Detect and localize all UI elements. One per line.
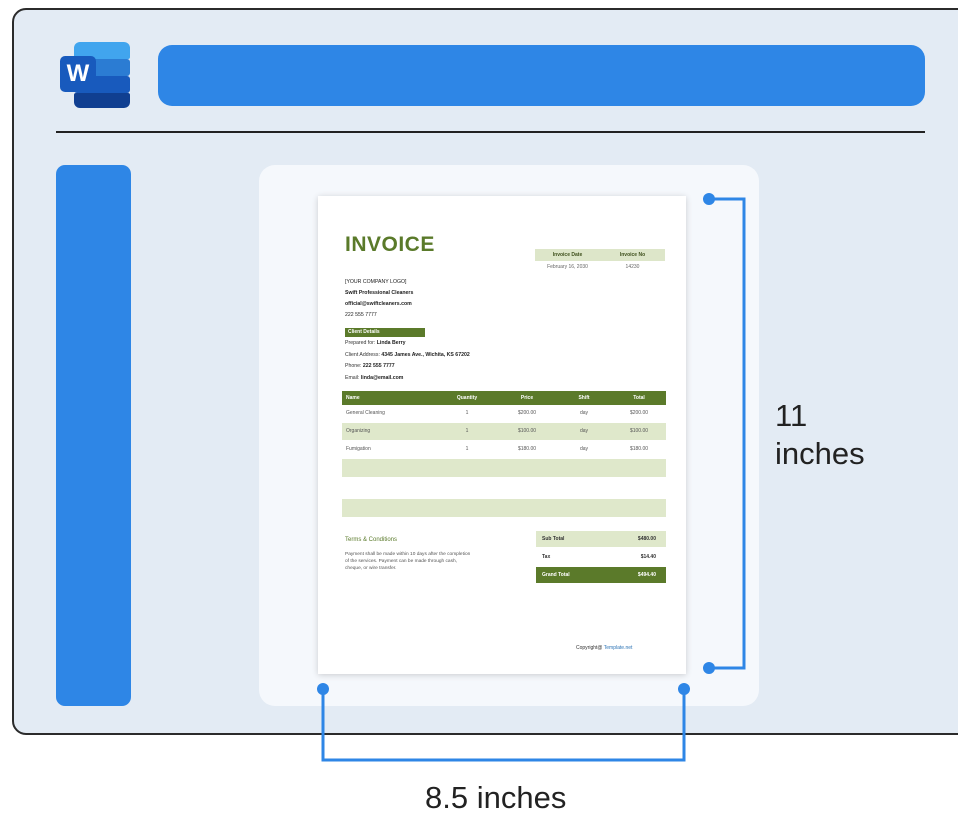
client-line-value: 222 555 7777 xyxy=(362,363,395,369)
bracket-line xyxy=(709,197,746,670)
table-header-row: Name Quantity Price Shift Total xyxy=(342,391,666,405)
table-cell: day xyxy=(579,446,589,452)
title-bar[interactable] xyxy=(158,45,925,106)
logo-letter: W xyxy=(60,56,96,92)
table-row: Organizing 1 $100.00 day $100.00 xyxy=(342,423,666,441)
table-cell: $180.00 xyxy=(517,446,537,452)
height-dimension-bracket xyxy=(703,193,746,674)
grand-total-row: Grand Total $494.40 xyxy=(536,567,666,583)
totals-label: Tax xyxy=(542,554,551,560)
table-cell: $180.00 xyxy=(629,446,649,452)
invoice-meta-table: Invoice Date Invoice No February 16, 203… xyxy=(535,249,665,273)
totals-label: Sub Total xyxy=(542,536,565,542)
empty-table-row xyxy=(342,499,666,518)
totals-value: $494.40 xyxy=(637,572,656,578)
table-cell: Fumigation xyxy=(346,446,371,452)
column-header: Name xyxy=(346,395,360,401)
client-line-value: linda@email.com xyxy=(360,374,404,381)
invoice-page[interactable]: INVOICE Invoice Date Invoice No February… xyxy=(318,196,686,674)
table-cell: General Cleaning xyxy=(346,410,385,416)
client-line-value: 4345 James Ave., Wichita, KS 67202 xyxy=(381,351,470,358)
client-line: Email: linda@email.com xyxy=(345,373,470,385)
client-line: Client Address: 4345 James Ave., Wichita… xyxy=(345,350,470,362)
bracket-line xyxy=(321,689,686,762)
table-cell: $100.00 xyxy=(629,428,649,434)
client-line-value: Linda Berry xyxy=(376,340,406,346)
copyright-footer: Copyright@ Template.net xyxy=(576,645,632,651)
client-line-label: Client Address: xyxy=(345,351,382,358)
column-header: Total xyxy=(633,395,645,401)
meta-header-row: Invoice Date Invoice No xyxy=(535,249,665,261)
line-items-table: Name Quantity Price Shift Total General … xyxy=(342,391,666,519)
invoice-number: 14230 xyxy=(625,264,640,270)
company-name: Swift Professional Cleaners xyxy=(345,290,414,296)
table-cell: day xyxy=(579,410,589,416)
table-cell: $100.00 xyxy=(517,428,537,434)
company-info: [YOUR COMPANY LOGO] Swift Professional C… xyxy=(345,277,413,321)
table-cell: 1 xyxy=(465,428,469,434)
terms-heading: Terms & Conditions xyxy=(345,537,398,543)
logo-stripe xyxy=(74,93,130,108)
meta-header: Invoice No xyxy=(619,252,646,258)
client-details: Prepared for: Linda Berry Client Address… xyxy=(345,338,470,384)
sidebar-panel[interactable] xyxy=(56,165,131,706)
client-line: Prepared for: Linda Berry xyxy=(345,338,470,350)
company-logo-placeholder: [YOUR COMPANY LOGO] xyxy=(345,279,407,285)
bracket-endpoint xyxy=(703,662,715,674)
header-divider xyxy=(56,131,925,133)
column-header: Shift xyxy=(578,395,590,401)
empty-table-row xyxy=(342,479,666,498)
table-row: General Cleaning 1 $200.00 day $200.00 xyxy=(342,405,666,423)
copyright-link[interactable]: Template.net xyxy=(604,645,633,651)
company-email: official@swiftcleaners.com xyxy=(345,301,412,307)
subtotal-row: Sub Total $480.00 xyxy=(536,531,666,547)
table-row: Fumigation 1 $180.00 day $180.00 xyxy=(342,441,666,459)
invoice-date: February 16, 2030 xyxy=(547,264,588,270)
width-label: 8.5 inches xyxy=(425,780,567,815)
bracket-endpoint xyxy=(703,193,715,205)
table-cell: day xyxy=(579,428,589,434)
client-details-heading: Client Details xyxy=(345,328,425,337)
table-cell: $200.00 xyxy=(629,410,649,416)
width-dimension-bracket xyxy=(317,683,690,762)
client-line-label: Email: xyxy=(345,374,361,381)
table-cell: Organizing xyxy=(346,428,371,434)
table-cell: 1 xyxy=(465,446,469,452)
totals-table: Sub Total $480.00 Tax $14.40 Grand Total… xyxy=(536,531,666,585)
table-cell: 1 xyxy=(465,410,469,416)
meta-header: Invoice Date xyxy=(552,252,583,258)
column-header: Quantity xyxy=(456,395,478,401)
totals-value: $480.00 xyxy=(637,536,656,542)
empty-table-row xyxy=(342,459,666,478)
terms-text: Payment shall be made within 10 days aft… xyxy=(345,552,471,571)
bracket-endpoint xyxy=(678,683,690,695)
company-phone: 222 555 7777 xyxy=(345,312,377,318)
client-line-label: Prepared for: xyxy=(345,340,377,346)
client-line-label: Phone: xyxy=(345,363,363,369)
invoice-title: INVOICE xyxy=(345,233,435,256)
table-cell: $200.00 xyxy=(517,410,537,416)
height-label: 11 inches xyxy=(775,398,865,471)
copyright-prefix: Copyright@ xyxy=(576,645,604,651)
totals-value: $14.40 xyxy=(640,554,656,560)
client-line: Phone: 222 555 7777 xyxy=(345,361,470,373)
column-header: Price xyxy=(520,395,534,401)
totals-label: Grand Total xyxy=(542,572,570,578)
bracket-endpoint xyxy=(317,683,329,695)
tax-row: Tax $14.40 xyxy=(536,549,666,565)
meta-value-row: February 16, 2030 14230 xyxy=(535,261,665,273)
microsoft-word-icon[interactable]: W xyxy=(60,42,132,108)
